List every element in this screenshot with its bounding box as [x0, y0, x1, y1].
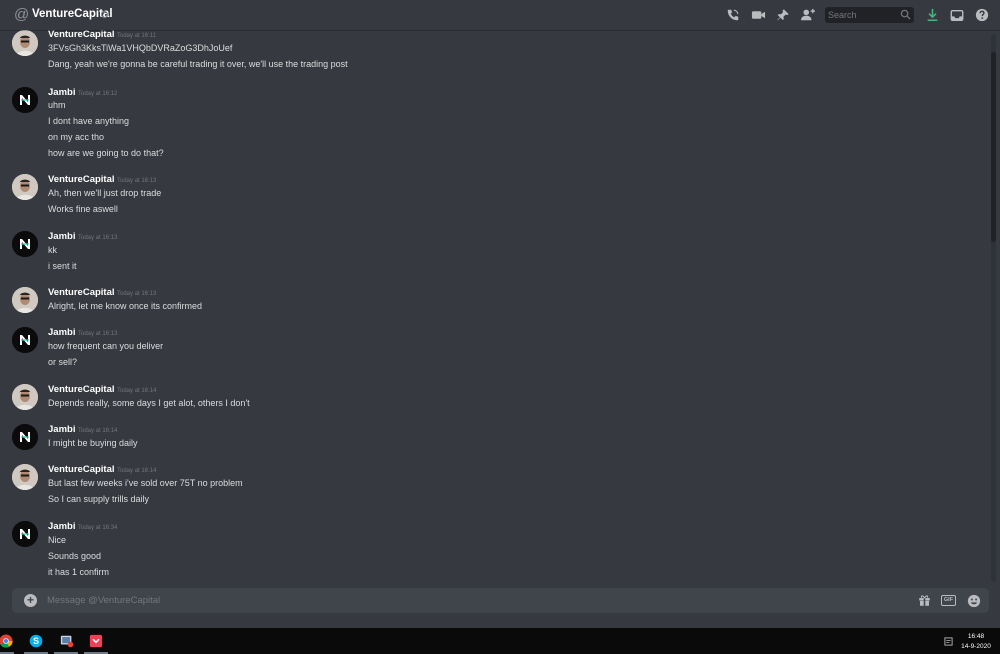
message-timestamp[interactable]: Today at 16:11 [117, 33, 156, 39]
start-video-call-icon[interactable] [750, 7, 766, 23]
clock-date: 14-9-2020 [961, 643, 991, 650]
gift-icon[interactable] [917, 593, 932, 608]
venturecapital-avatar[interactable] [12, 287, 38, 313]
svg-text:S: S [33, 636, 39, 646]
message-content: on my acc tho [48, 132, 105, 142]
message-content: Dang, yeah we're gonna be careful tradin… [48, 59, 348, 69]
message-composer: + GIF [12, 588, 989, 613]
message-timestamp[interactable]: Today at 16:13 [78, 235, 117, 241]
message-content: i sent it [48, 261, 77, 271]
message-timestamp[interactable]: Today at 16:13 [117, 291, 156, 297]
message-content: Sounds good [48, 551, 102, 561]
message-content: I might be buying daily [48, 438, 138, 448]
message-content: uhm [48, 100, 66, 110]
message-timestamp[interactable]: Today at 16:14 [117, 388, 156, 394]
venturecapital-avatar[interactable] [12, 464, 38, 490]
clock-time: 16:48 [967, 633, 985, 640]
message-content: or sell? [48, 357, 78, 367]
message-author[interactable]: Jambi [48, 87, 75, 98]
pocket-icon[interactable] [89, 634, 103, 648]
message-author[interactable]: VentureCapital [48, 30, 115, 40]
message-author[interactable]: Jambi [48, 231, 75, 242]
message-content: I dont have anything [48, 116, 130, 126]
venturecapital-avatar[interactable] [12, 30, 38, 56]
message-author[interactable]: VentureCapital [48, 287, 115, 298]
message-timestamp[interactable]: Today at 16:34 [78, 525, 117, 531]
at-icon: @ [14, 6, 30, 23]
venturecapital-avatar[interactable] [12, 174, 38, 200]
windows-taskbar: S [0, 628, 1000, 654]
jambi-avatar[interactable] [12, 327, 38, 353]
message-author[interactable]: Jambi [48, 327, 75, 338]
message-timestamp[interactable]: Today at 16:13 [78, 331, 117, 337]
message-timestamp[interactable]: Today at 16:12 [78, 91, 117, 97]
snipping-tool-icon[interactable] [60, 634, 74, 648]
message-content: 3FVsGh3KksTiWa1VHQbDVRaZoG3DhJoUef [48, 43, 233, 53]
message-author[interactable]: VentureCapital [48, 384, 115, 395]
message-content: Works fine aswell [48, 204, 118, 214]
download-apps-icon[interactable] [924, 7, 940, 23]
message-timestamp[interactable]: Today at 16:14 [78, 428, 117, 434]
upload-file-button[interactable]: + [24, 594, 37, 607]
message-list: VentureCapital Today at 16:11 3FVsGh3Kks… [0, 30, 992, 585]
message-content: how are we going to do that? [48, 148, 164, 158]
emoji-picker-icon[interactable] [966, 593, 981, 608]
jambi-avatar[interactable] [12, 87, 38, 113]
skype-icon[interactable]: S [29, 634, 43, 648]
message-content: But last few weeks i've sold over 75T no… [48, 478, 243, 488]
offline-status-icon [101, 11, 108, 18]
channel-header: @ VentureCapital [0, 0, 1000, 30]
gif-picker-button[interactable]: GIF [941, 595, 956, 606]
message-scrollbar-thumb[interactable] [991, 52, 996, 242]
venturecapital-avatar[interactable] [12, 384, 38, 410]
message-content: Alright, let me know once its confirmed [48, 301, 203, 311]
message-author[interactable]: VentureCapital [48, 174, 115, 185]
search-input[interactable] [828, 8, 898, 22]
message-content: Depends really, some days I get alot, ot… [48, 398, 250, 408]
search-box[interactable] [825, 7, 914, 23]
message-timestamp[interactable]: Today at 16:13 [117, 178, 156, 184]
message-content: kk [48, 245, 57, 255]
message-author[interactable]: Jambi [48, 424, 75, 435]
taskbar-clock[interactable]: 16:48 14-9-2020 [955, 632, 997, 652]
search-icon [900, 9, 911, 20]
discord-dm-window: @ VentureCapital Search VentureCapital T… [0, 0, 1000, 628]
message-author[interactable]: VentureCapital [48, 464, 115, 475]
pinned-messages-icon[interactable] [775, 7, 791, 23]
chrome-icon[interactable] [0, 634, 13, 648]
message-content: Nice [48, 535, 67, 545]
inbox-icon[interactable] [949, 7, 965, 23]
message-input[interactable] [47, 593, 867, 608]
jambi-avatar[interactable] [12, 424, 38, 450]
help-icon[interactable] [974, 7, 990, 23]
message-content: it has 1 confirm [48, 567, 110, 577]
message-content: Ah, then we'll just drop trade [48, 188, 162, 198]
message-content: how frequent can you deliver [48, 341, 164, 351]
jambi-avatar[interactable] [12, 231, 38, 257]
start-voice-call-icon[interactable] [725, 7, 741, 23]
message-timestamp[interactable]: Today at 16:14 [117, 468, 156, 474]
message-content: So I can supply trills daily [48, 494, 150, 504]
add-friends-to-dm-icon[interactable] [800, 7, 816, 23]
notification-tray-icon[interactable] [944, 633, 953, 646]
jambi-avatar[interactable] [12, 521, 38, 547]
message-author[interactable]: Jambi [48, 521, 75, 532]
